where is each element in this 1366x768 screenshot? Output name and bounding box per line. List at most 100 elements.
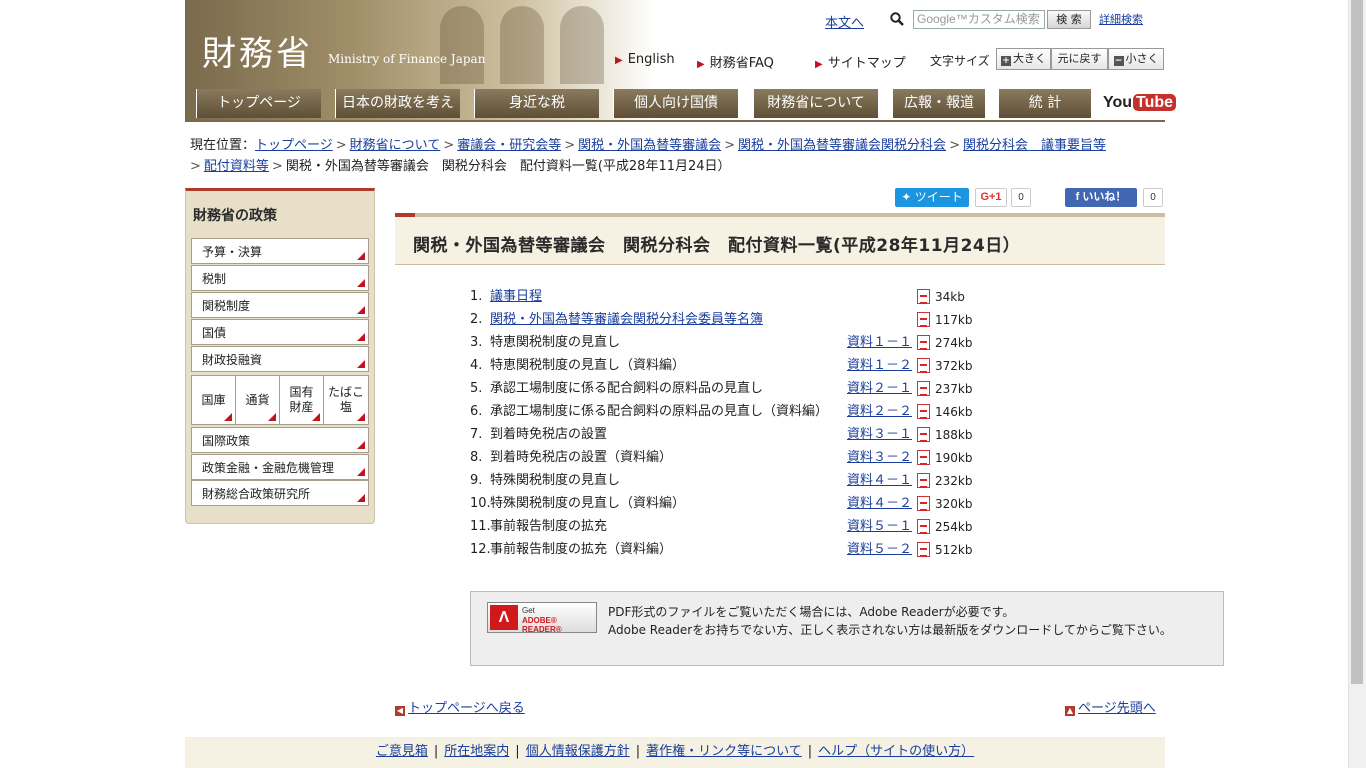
breadcrumb-link[interactable]: 関税・外国為替等審議会関税分科会 (738, 138, 946, 153)
nav-about[interactable]: 財務省について (753, 89, 878, 118)
document-row: 7. 到着時免税店の設置 資料３－１ 188kb (470, 424, 990, 447)
font-reset-button[interactable]: 元に戻す (1051, 48, 1108, 70)
corner-arrow-icon (357, 252, 365, 260)
skip-to-content-link[interactable]: 本文へ (825, 12, 864, 31)
pdf-icon (917, 496, 930, 511)
pdf-icon (917, 542, 930, 557)
footer-link-feedback[interactable]: ご意見箱 (376, 744, 428, 759)
breadcrumb-link[interactable]: 関税・外国為替等審議会 (578, 138, 721, 153)
youtube-logo[interactable]: You Tube (1103, 94, 1177, 114)
document-list: 1. 議事日程 34kb 2. 関税・外国為替等審議会関税分科会委員等名簿 117kb 3.… (470, 286, 990, 562)
corner-arrow-icon (224, 413, 232, 421)
document-pdf-link[interactable]: 資料５－２ (847, 539, 912, 561)
faq-link[interactable]: ▶ 財務省FAQ (697, 52, 774, 71)
document-title-link[interactable]: 関税・外国為替等審議会関税分科会委員等名簿 (490, 309, 763, 331)
facebook-like-count: 0 (1143, 188, 1163, 207)
minus-icon: − (1113, 56, 1124, 66)
footer-link-copyright[interactable]: 著作権・リンク等について (646, 744, 802, 759)
document-title: 到着時免税店の設置 (490, 427, 608, 442)
sidebar-item-currency[interactable]: 通貨 (235, 375, 280, 425)
scrollbar-thumb[interactable] (1351, 0, 1363, 684)
file-size: 254kb (935, 520, 973, 534)
font-smaller-button[interactable]: − 小さく (1108, 48, 1164, 70)
pdf-icon (917, 519, 930, 534)
document-pdf-link[interactable]: 資料１－１ (847, 332, 912, 354)
nav-tax[interactable]: 身近な税 (474, 89, 599, 118)
corner-arrow-icon (357, 306, 365, 314)
document-number: 9. (470, 473, 483, 488)
sidebar-item-budget[interactable]: 予算・決算 (191, 238, 369, 264)
document-pdf-link[interactable]: 資料５－１ (847, 516, 912, 538)
get-adobe-reader-button[interactable]: Λ Get ADOBE® READER® (487, 602, 597, 634)
sidebar-item-jgb[interactable]: 国債 (191, 319, 369, 345)
site-logo[interactable]: 財務省 (202, 26, 313, 75)
site-logo-english: Ministry of Finance Japan (328, 52, 486, 66)
search-button[interactable]: 検 索 (1047, 10, 1091, 29)
vertical-scrollbar[interactable] (1348, 0, 1366, 768)
document-pdf-link[interactable]: 資料４－２ (847, 493, 912, 515)
document-row: 8. 到着時免税店の設置（資料編） 資料３－２ 190kb (470, 447, 990, 470)
nav-statistics[interactable]: 統 計 (998, 89, 1091, 118)
font-larger-button[interactable]: + 大きく (996, 48, 1051, 70)
breadcrumb-link[interactable]: 財務省について (350, 138, 441, 153)
footer-link-access[interactable]: 所在地案内 (444, 744, 509, 759)
arrow-left-icon: ◀ (395, 706, 405, 716)
corner-arrow-icon (357, 360, 365, 368)
sidebar-item-research-institute[interactable]: 財務総合政策研究所 (191, 480, 369, 506)
sidebar-item-customs[interactable]: 関税制度 (191, 292, 369, 318)
document-pdf-link[interactable]: 資料２－１ (847, 378, 912, 400)
document-row: 10. 特殊関税制度の見直し（資料編） 資料４－２ 320kb (470, 493, 990, 516)
corner-arrow-icon (357, 468, 365, 476)
breadcrumb-link[interactable]: 審議会・研究会等 (457, 138, 561, 153)
document-title: 到着時免税店の設置（資料編） (490, 450, 673, 465)
document-pdf-link[interactable]: 資料２－２ (847, 401, 912, 423)
nav-top[interactable]: トップページ (196, 89, 321, 118)
sidebar-item-tobacco-salt[interactable]: たばこ 塩 (323, 375, 369, 425)
document-row: 1. 議事日程 34kb (470, 286, 990, 309)
document-pdf-link[interactable]: 資料３－２ (847, 447, 912, 469)
breadcrumb-link[interactable]: 関税分科会 議事要旨等 (963, 138, 1106, 153)
file-size: 320kb (935, 497, 973, 511)
nav-jgb[interactable]: 個人向け国債 (613, 89, 738, 118)
sidebar-item-tax[interactable]: 税制 (191, 265, 369, 291)
document-pdf-link[interactable]: 資料４－１ (847, 470, 912, 492)
nav-japan-finance[interactable]: 日本の財政を考える (335, 89, 460, 140)
sidebar-item-national-property[interactable]: 国有 財産 (279, 375, 324, 425)
policy-sidebar: 財務省の政策 予算・決算 税制 関税制度 国債 財政投融資 国庫 通貨 国有 財… (185, 188, 375, 524)
pdf-icon (917, 450, 930, 465)
english-link[interactable]: ▶ English (615, 52, 675, 67)
nav-press[interactable]: 広報・報道 (892, 89, 985, 118)
sitemap-link[interactable]: ▶ サイトマップ (815, 52, 906, 71)
footer-link-help[interactable]: ヘルプ（サイトの使い方） (818, 744, 974, 759)
document-row: 4. 特恵関税制度の見直し（資料編） 資料１－２ 372kb (470, 355, 990, 378)
breadcrumb-link[interactable]: トップページ (255, 138, 333, 153)
document-pdf-link[interactable]: 資料１－２ (847, 355, 912, 377)
facebook-like-button[interactable]: f いいね！ (1065, 188, 1137, 207)
document-title-link[interactable]: 議事日程 (490, 286, 542, 308)
page-title-box: 関税・外国為替等審議会 関税分科会 配付資料一覧(平成28年11月24日） (395, 213, 1165, 265)
sidebar-item-filp[interactable]: 財政投融資 (191, 346, 369, 372)
corner-arrow-icon (268, 413, 276, 421)
document-title: 承認工場制度に係る配合飼料の原料品の見直し（資料編） (490, 404, 829, 419)
document-pdf-link[interactable]: 資料３－１ (847, 424, 912, 446)
advanced-search-link[interactable]: 詳細検索 (1099, 11, 1143, 27)
corner-arrow-icon (357, 279, 365, 287)
document-number: 5. (470, 381, 483, 396)
breadcrumb-label: 現在位置： (190, 138, 256, 153)
sidebar-item-treasury[interactable]: 国庫 (191, 375, 236, 425)
google-plus-button[interactable]: G+1 (975, 188, 1007, 207)
twitter-icon: ✦ (901, 190, 915, 204)
back-to-top-page-link[interactable]: ◀ トップページへ戻る (395, 697, 525, 716)
document-row: 11. 事前報告制度の拡充 資料５－１ 254kb (470, 516, 990, 539)
file-size: 34kb (935, 290, 965, 304)
search-input[interactable]: Google™カスタム検索 (913, 10, 1045, 29)
page-wrapper: 財務省 Ministry of Finance Japan 本文へ Google… (185, 0, 1224, 768)
document-row: 6. 承認工場制度に係る配合飼料の原料品の見直し（資料編） 資料２－２ 146kb (470, 401, 990, 424)
breadcrumb-link[interactable]: 配付資料等 (204, 159, 269, 174)
page-top-link[interactable]: ▲ ページ先頭へ (1065, 697, 1156, 716)
tweet-button[interactable]: ✦ ツイート (895, 188, 969, 207)
document-title: 承認工場制度に係る配合飼料の原料品の見直し (490, 381, 764, 396)
footer-link-privacy[interactable]: 個人情報保護方針 (526, 744, 630, 759)
sidebar-item-policy-finance[interactable]: 政策金融・金融危機管理 (191, 454, 369, 480)
sidebar-item-international[interactable]: 国際政策 (191, 427, 369, 453)
